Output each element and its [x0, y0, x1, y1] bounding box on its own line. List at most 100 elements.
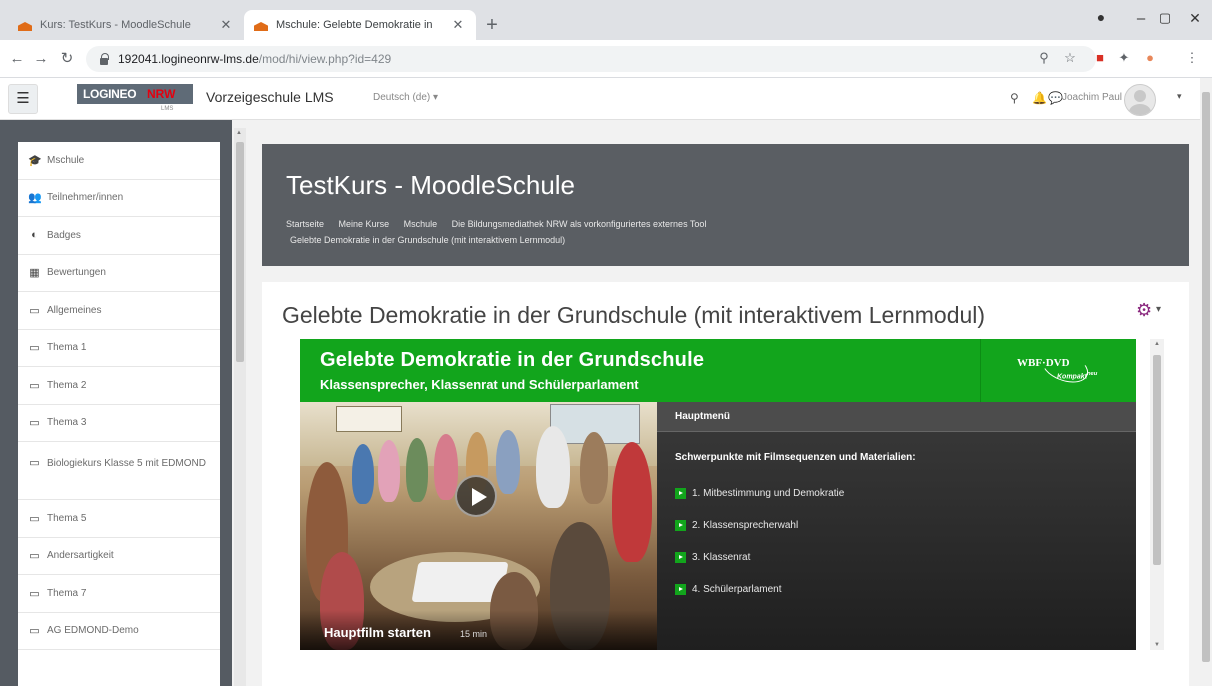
module-scrollbar[interactable]: ▲ ▼	[1150, 339, 1164, 650]
scrollbar-thumb[interactable]	[236, 142, 244, 362]
sidebar-item-label: Allgemeines	[47, 304, 102, 316]
folder-icon: ▭	[29, 512, 40, 525]
reload-icon[interactable]: ↻	[56, 48, 78, 70]
tab-title: Mschule: Gelebte Demokratie in	[276, 19, 433, 31]
address-toolbar: ← → ↻ 192041.logineonrw-lms.de /mod/hi/v…	[0, 40, 1212, 78]
sidebar-item[interactable]: ▭ Thema 1	[18, 330, 220, 367]
pdf-extension-icon[interactable]: ■	[1090, 50, 1110, 65]
scroll-up-icon[interactable]: ▲	[236, 130, 242, 136]
user-name[interactable]: Joachim Paul	[1062, 92, 1122, 103]
page-scrollbar[interactable]	[1200, 78, 1212, 686]
child-figure	[406, 438, 428, 502]
users-icon: 👥	[28, 192, 42, 205]
sidebar-item[interactable]: ▭ Biologiekurs Klasse 5 mit EDMOND	[18, 442, 220, 500]
brand-text: WBF·DVD	[1017, 357, 1070, 369]
graduation-cap-icon: 🎓	[28, 154, 42, 167]
avatar[interactable]	[1124, 84, 1156, 116]
activity-heading: Gelebte Demokratie in der Grundschule (m…	[282, 302, 986, 328]
sidebar-item[interactable]: ▭ Thema 7	[18, 575, 220, 613]
play-arrow-icon	[675, 552, 686, 563]
moodle-navbar: ☰ LOGINEO NRW LMS Vorzeigeschule LMS Deu…	[0, 78, 1200, 120]
sidebar-item-label: Teilnehmer/innen	[47, 192, 124, 204]
breadcrumb-item[interactable]: Die Bildungsmediathek NRW als vorkonfigu…	[452, 219, 707, 229]
scrollbar-thumb[interactable]	[1153, 355, 1161, 565]
menu-item-chapter-4[interactable]: 4. Schülerparlament	[675, 584, 782, 595]
sidebar-item[interactable]: ▭ Andersartigkeit	[18, 538, 220, 575]
url-path: /mod/hi/view.php?id=429	[258, 52, 392, 66]
sidebar-item[interactable]: 👥 Teilnehmer/innen	[18, 180, 220, 217]
browser-profile-icon[interactable]: ●	[1088, 9, 1114, 25]
url-field[interactable]: 192041.logineonrw-lms.de /mod/hi/view.ph…	[86, 46, 1096, 72]
sidebar-item-label: Thema 5	[47, 512, 87, 524]
sidebar-item-label: Andersartigkeit	[47, 550, 114, 562]
menu-item-chapter-2[interactable]: 2. Klassensprecherwahl	[675, 520, 798, 531]
child-figure	[496, 430, 520, 494]
logo-text: LOGINEO	[83, 87, 137, 101]
messages-icon[interactable]: 💬	[1048, 91, 1063, 105]
forward-icon[interactable]: →	[30, 48, 52, 70]
video-thumbnail[interactable]: Hauptfilm starten 15 min	[300, 402, 657, 650]
folder-icon: ▭	[29, 304, 40, 317]
scrollbar-thumb[interactable]	[1202, 92, 1210, 662]
scroll-up-icon[interactable]: ▲	[1154, 341, 1160, 347]
folder-icon: ▭	[29, 550, 40, 563]
browser-tab[interactable]: Kurs: TestKurs - MoodleSchule ✕	[8, 10, 244, 40]
language-selector[interactable]: Deutsch (de) ▾	[373, 92, 438, 103]
tab-title: Kurs: TestKurs - MoodleSchule	[40, 19, 191, 31]
breadcrumb-item[interactable]: Mschule	[404, 219, 438, 229]
maximize-button[interactable]: ▢	[1152, 10, 1178, 26]
start-main-film-button[interactable]: Hauptfilm starten	[324, 625, 431, 640]
site-name[interactable]: Vorzeigeschule LMS	[206, 89, 334, 105]
sidebar-item[interactable]: ▭ Thema 3	[18, 405, 220, 442]
menu-item-chapter-1[interactable]: 1. Mitbestimmung und Demokratie	[675, 488, 844, 499]
minimize-button[interactable]: –	[1128, 10, 1154, 27]
search-icon[interactable]: ⚲	[1010, 91, 1019, 105]
interactive-module: Gelebte Demokratie in der Grundschule Kl…	[300, 339, 1136, 650]
sidebar-item-label: Thema 1	[47, 342, 87, 354]
sidebar-scrollbar[interactable]: ▲	[234, 128, 246, 686]
zoom-icon[interactable]: ⚲	[1034, 50, 1054, 66]
new-tab-button[interactable]: +	[480, 14, 504, 38]
settings-gear-icon[interactable]: ⚙	[1136, 300, 1152, 321]
notification-bell-icon[interactable]: 🔔	[1032, 91, 1047, 105]
tab-close-icon[interactable]: ✕	[218, 17, 234, 33]
breadcrumb-item[interactable]: Meine Kurse	[339, 219, 390, 229]
bookmark-star-icon[interactable]: ☆	[1060, 50, 1080, 66]
tab-close-icon[interactable]: ✕	[450, 17, 466, 33]
sidebar-item[interactable]: ▭ Thema 5	[18, 500, 220, 538]
child-figure	[378, 440, 400, 502]
folder-icon: ▭	[29, 457, 40, 469]
breadcrumb: Startseite Meine Kurse Mschule Die Bildu…	[286, 216, 1086, 248]
user-menu-caret-icon[interactable]: ▾	[1177, 91, 1182, 102]
settings-caret-icon[interactable]: ▾	[1156, 304, 1161, 315]
sidebar-item[interactable]: ▭ AG EDMOND-Demo	[18, 613, 220, 650]
main-menu-subtitle: Schwerpunkte mit Filmsequenzen und Mater…	[675, 452, 916, 463]
breadcrumb-item-current: Gelebte Demokratie in der Grundschule (m…	[290, 235, 566, 245]
back-icon[interactable]: ←	[6, 48, 28, 70]
breadcrumb-item[interactable]: Startseite	[286, 219, 324, 229]
browser-tab-bar: Kurs: TestKurs - MoodleSchule ✕ Mschule:…	[0, 0, 1212, 40]
sidebar-item-label: Mschule	[47, 154, 85, 166]
child-figure	[434, 434, 458, 500]
play-button-icon[interactable]	[455, 475, 497, 517]
close-window-button[interactable]: ✕	[1182, 10, 1208, 27]
teacher-figure	[536, 426, 570, 508]
browser-menu-icon[interactable]: ⋮	[1182, 50, 1202, 66]
browser-tab-active[interactable]: Mschule: Gelebte Demokratie in ✕	[244, 10, 476, 40]
profile-avatar-icon[interactable]: ●	[1140, 50, 1160, 65]
sidebar-item[interactable]: ▭ Thema 2	[18, 367, 220, 405]
sidebar-item[interactable]: ▦ Bewertungen	[18, 255, 220, 292]
module-title: Gelebte Demokratie in der Grundschule	[320, 349, 705, 371]
sidebar-item[interactable]: ▭ Allgemeines	[18, 292, 220, 330]
sidebar-item-label: AG EDMOND-Demo	[47, 625, 139, 637]
menu-item-label: 2. Klassensprecherwahl	[692, 520, 799, 531]
hamburger-menu-button[interactable]: ☰	[8, 84, 38, 114]
sidebar-item[interactable]: ◐ Badges	[18, 217, 220, 255]
menu-item-chapter-3[interactable]: 3. Klassenrat	[675, 552, 750, 563]
extensions-icon[interactable]: ✦	[1114, 50, 1134, 66]
module-main-menu: Hauptmenü Schwerpunkte mit Filmsequenzen…	[657, 402, 1136, 650]
logineo-logo[interactable]: LOGINEO NRW LMS	[77, 81, 193, 113]
sidebar-item-label: Thema 7	[47, 587, 87, 599]
scroll-down-icon[interactable]: ▼	[1154, 642, 1160, 648]
sidebar-item[interactable]: 🎓 Mschule	[18, 142, 220, 180]
